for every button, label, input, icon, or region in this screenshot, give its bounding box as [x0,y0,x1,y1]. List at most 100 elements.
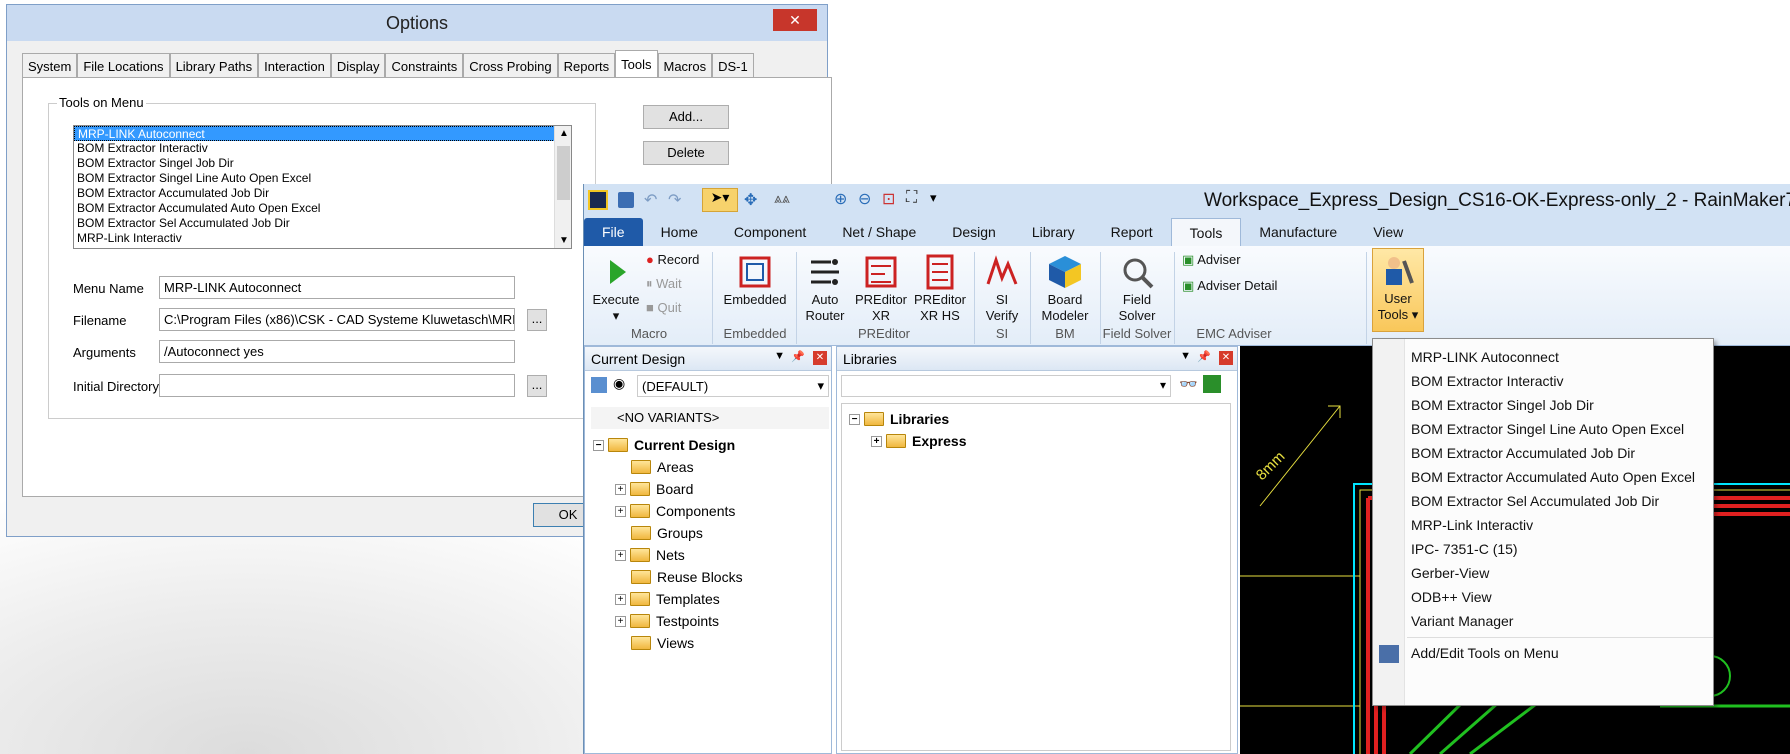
zoom-fit-icon[interactable]: ⛶ [906,189,917,207]
menu-item[interactable]: Gerber-View [1411,565,1489,581]
field-solver-button[interactable]: Field Solver [1104,254,1170,324]
tab-net-shape[interactable]: Net / Shape [824,218,934,246]
tree-item[interactable]: Areas [631,459,694,475]
menu-name-field[interactable]: MRP-LINK Autoconnect [159,276,515,299]
board-modeler-button[interactable]: Board Modeler [1034,254,1096,324]
menu-item[interactable]: MRP-Link Interactiv [1411,517,1533,533]
tree-item[interactable]: + Nets [615,547,685,563]
tab-macros[interactable]: Macros [657,53,713,77]
collapse-icon[interactable]: − [593,439,604,451]
tree-item[interactable]: + Board [615,481,693,497]
tab-cross-probing[interactable]: Cross Probing [463,53,558,77]
move-icon[interactable]: ✥ [744,190,757,210]
expand-icon[interactable]: + [615,615,626,627]
scroll-down-icon[interactable]: ▼ [559,235,569,246]
expand-icon[interactable]: + [615,483,626,495]
adviser-button[interactable]: ▣ Adviser [1182,252,1241,268]
tree-item[interactable]: Reuse Blocks [631,569,743,585]
arguments-field[interactable]: /Autoconnect yes [159,340,515,363]
variants-select[interactable]: <NO VARIANTS> [591,407,829,429]
tree-item-express[interactable]: + Express [871,433,966,449]
directory-browse-button[interactable]: ... [527,375,547,397]
menu-item[interactable]: BOM Extractor Accumulated Auto Open Exce… [1411,469,1695,485]
expand-icon[interactable]: + [871,435,882,447]
tree-item[interactable]: Groups [631,525,703,541]
refresh-icon[interactable] [1203,375,1221,393]
menu-item[interactable]: IPC- 7351-C (15) [1411,541,1518,557]
tab-file-locations[interactable]: File Locations [77,53,170,77]
menu-item[interactable]: BOM Extractor Sel Accumulated Job Dir [1411,493,1659,509]
close-icon[interactable]: ✕ [1219,351,1233,365]
zoom-out-icon[interactable]: ⊖ [858,189,871,209]
menu-item[interactable]: BOM Extractor Singel Job Dir [1411,397,1594,413]
tab-ds1[interactable]: DS-1 [712,53,754,77]
tab-view[interactable]: View [1355,218,1421,246]
add-edit-tools-menu-item[interactable]: Add/Edit Tools on Menu [1411,645,1559,661]
tree-item[interactable]: + Testpoints [615,613,719,629]
adviser-detail-button[interactable]: ▣ Adviser Detail [1182,278,1277,294]
zoom-in-icon[interactable]: ⊕ [834,189,847,209]
dropdown-icon[interactable]: ▼ [774,350,785,362]
tree-item[interactable]: + Components [615,503,735,519]
auto-router-button[interactable]: Auto Router [798,254,852,324]
app-logo-icon[interactable] [588,190,608,210]
list-item[interactable]: BOM Extractor Interactiv [74,141,571,156]
menu-item[interactable]: MRP-LINK Autoconnect [1411,349,1559,365]
menu-item[interactable]: BOM Extractor Interactiv [1411,373,1563,389]
tab-home[interactable]: Home [643,218,716,246]
binoculars-icon[interactable]: 👓 [1179,375,1198,393]
dropdown-icon[interactable]: ▼ [1180,350,1191,362]
filename-field[interactable]: C:\Program Files (x86)\CSK - CAD Systeme… [159,308,515,331]
expand-icon[interactable]: + [615,593,626,605]
collapse-icon[interactable]: − [849,413,860,425]
preditor-xr-button[interactable]: PREditor XR [852,254,910,324]
menu-item[interactable]: Variant Manager [1411,613,1513,629]
initial-directory-field[interactable] [159,374,515,397]
tab-library-paths[interactable]: Library Paths [169,53,259,77]
tab-manufacture[interactable]: Manufacture [1241,218,1355,246]
pin-icon[interactable]: 📌 [1197,350,1211,363]
list-item[interactable]: BOM Extractor Accumulated Job Dir [74,186,571,201]
list-item[interactable]: BOM Extractor Singel Job Dir [74,156,571,171]
record-button[interactable]: ● Record [646,252,699,268]
menu-item[interactable]: BOM Extractor Accumulated Job Dir [1411,445,1635,461]
tab-tools[interactable]: Tools [615,50,658,77]
tree-item[interactable]: + Templates [615,591,720,607]
scrollbar-thumb[interactable] [557,146,570,200]
tab-component[interactable]: Component [716,218,824,246]
tree-root-libraries[interactable]: − Libraries [849,411,949,427]
si-verify-button[interactable]: SI Verify [978,254,1026,324]
tab-interaction[interactable]: Interaction [258,53,331,77]
list-item[interactable]: BOM Extractor Accumulated Auto Open Exce… [74,201,571,216]
library-filter-select[interactable]: ▾ [841,375,1171,397]
wait-button[interactable]: ⏸ Wait [646,276,682,292]
variant-select[interactable]: (DEFAULT) ▾ [637,375,829,397]
tab-library[interactable]: Library [1014,218,1093,246]
menu-item[interactable]: BOM Extractor Singel Line Auto Open Exce… [1411,421,1684,437]
listbox-scrollbar[interactable]: ▲ ▼ [554,126,571,248]
list-item[interactable]: MRP-Link Interactiv [74,231,571,246]
tree-item[interactable]: Views [631,635,694,651]
delete-button[interactable]: Delete [643,141,729,165]
tab-system[interactable]: System [22,53,78,77]
tab-tools[interactable]: Tools [1170,218,1242,246]
pin-icon[interactable]: 📌 [791,350,805,363]
tab-reports[interactable]: Reports [557,53,616,77]
tab-constraints[interactable]: Constraints [385,53,464,77]
list-item[interactable]: BOM Extractor Singel Line Auto Open Exce… [74,171,571,186]
tools-listbox[interactable]: MRP-LINK Autoconnect BOM Extractor Inter… [73,125,572,249]
redo-icon[interactable]: ↷ [668,190,681,210]
tab-report[interactable]: Report [1093,218,1171,246]
tab-design[interactable]: Design [934,218,1014,246]
select-pointer-icon[interactable]: ➤▾ [702,188,738,212]
tab-display[interactable]: Display [330,53,386,77]
save-icon[interactable] [618,192,634,208]
undo-icon[interactable]: ↶ [644,190,657,210]
dialog-titlebar[interactable]: Options ✕ [7,5,827,41]
tab-file[interactable]: File [584,218,643,246]
tree-root-current-design[interactable]: − Current Design [593,437,735,453]
expand-icon[interactable]: + [615,505,626,517]
quit-button[interactable]: ■ Quit [646,300,681,316]
menu-item[interactable]: ODB++ View [1411,589,1492,605]
scroll-up-icon[interactable]: ▲ [559,128,569,139]
